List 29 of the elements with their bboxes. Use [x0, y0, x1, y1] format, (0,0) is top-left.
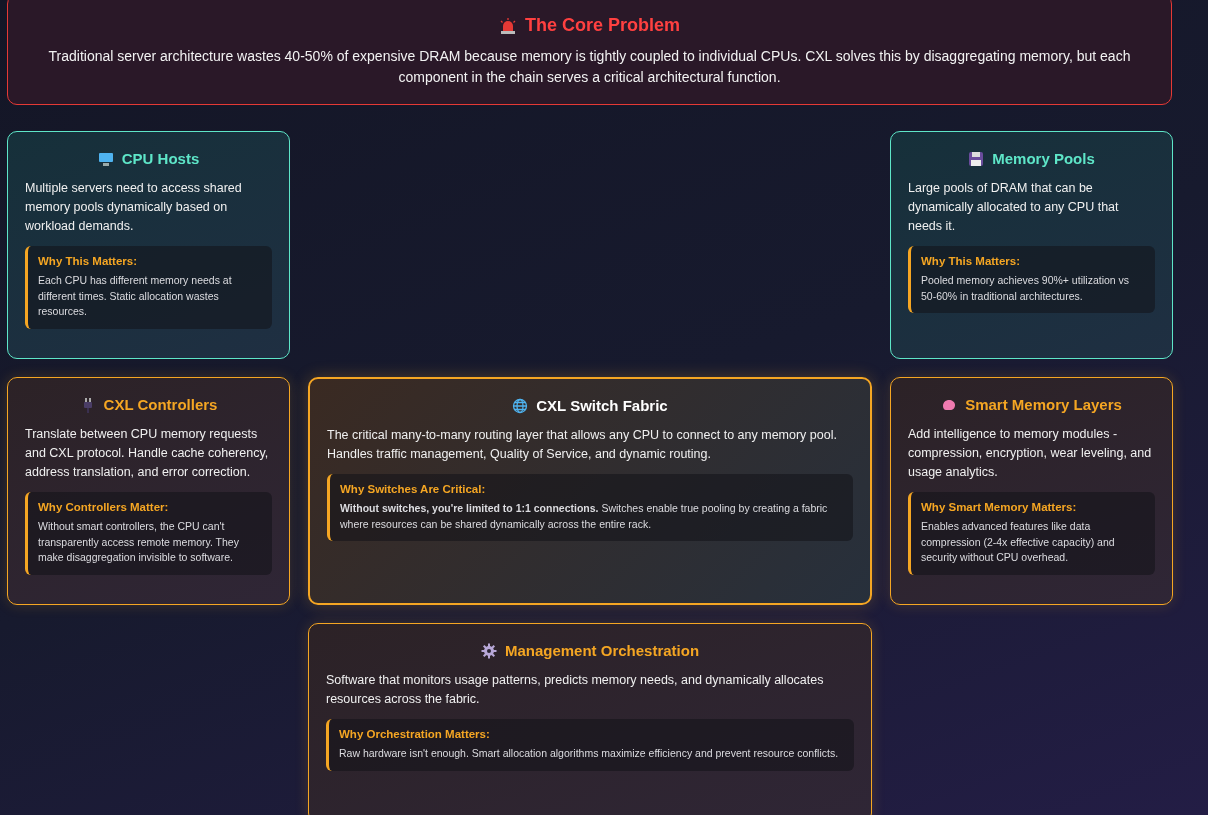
siren-icon	[499, 16, 517, 35]
card-description: Large pools of DRAM that can be dynamically allocated to any CPU that needs it.	[908, 180, 1120, 235]
note-title: Why This Matters:	[38, 255, 139, 267]
note-text: Without switches, you're limited to 1:1 connections. Switches enable true pooling by creating a fabric where resources can be shared dynamically across the entire rack.	[340, 501, 829, 532]
note-text: Raw hardware isn't enough. Smart allocation algorithms maximize efficiency and prevent resource conflicts.	[339, 746, 840, 761]
note-text: Pooled memory achieves 90%+ utilization vs 50-60% in traditional architectures.	[921, 273, 1131, 304]
note-title: Why Switches Are Critical:	[340, 483, 487, 495]
note-text: Enables advanced features like data compression (2-4x effective capacity) and security without CPU overhead.	[921, 519, 1116, 565]
card-description: Multiple servers need to access shared memory pools dynamically based on workload demands.	[25, 180, 243, 235]
card-title: CXL Switch Fabric	[536, 397, 668, 414]
monitor-icon	[97, 150, 114, 167]
card-description: Translate between CPU memory requests and CXL protocol. Handle cache coherency, address translation, and error correction.	[25, 426, 270, 481]
card-description: Software that monitors usage patterns, predicts memory needs, and dynamically allocates resources across the fabric.	[326, 672, 825, 708]
note-title: Why Orchestration Matters:	[339, 728, 491, 740]
banner-text: Traditional server architecture wastes 40-50% of expensive DRAM because memory is tightly coupled to individual CPUs. CXL solves this by disaggregating memory, but each component in the chain serves a critical architectural function.	[47, 47, 1132, 87]
card-title: Smart Memory Layers	[965, 396, 1122, 413]
note-title: Why Smart Memory Matters:	[921, 501, 1078, 513]
card-description: Add intelligence to memory modules - compression, encryption, wear leveling, and usage analytics.	[908, 426, 1153, 481]
note-title: Why This Matters:	[921, 255, 1022, 267]
card-title: CXL Controllers	[103, 396, 218, 413]
note-text: Without smart controllers, the CPU can't transparently access remote memory. They make disaggregation invisible to software.	[38, 519, 240, 565]
note-title: Why Controllers Matter:	[38, 501, 170, 513]
note-text: Each CPU has different memory needs at different times. Static allocation wastes resources.	[38, 273, 233, 319]
card-description: The critical many-to-many routing layer that allows any CPU to connect to any memory pool. Handles traffic management, Quality of Service, and dynamic routing.	[327, 427, 838, 463]
banner-heading: The Core Problem	[525, 15, 680, 36]
card-title: CPU Hosts	[121, 150, 200, 167]
card-title: Management Orchestration	[504, 642, 700, 659]
card-title: Memory Pools	[992, 150, 1095, 167]
globe-icon	[512, 397, 529, 414]
